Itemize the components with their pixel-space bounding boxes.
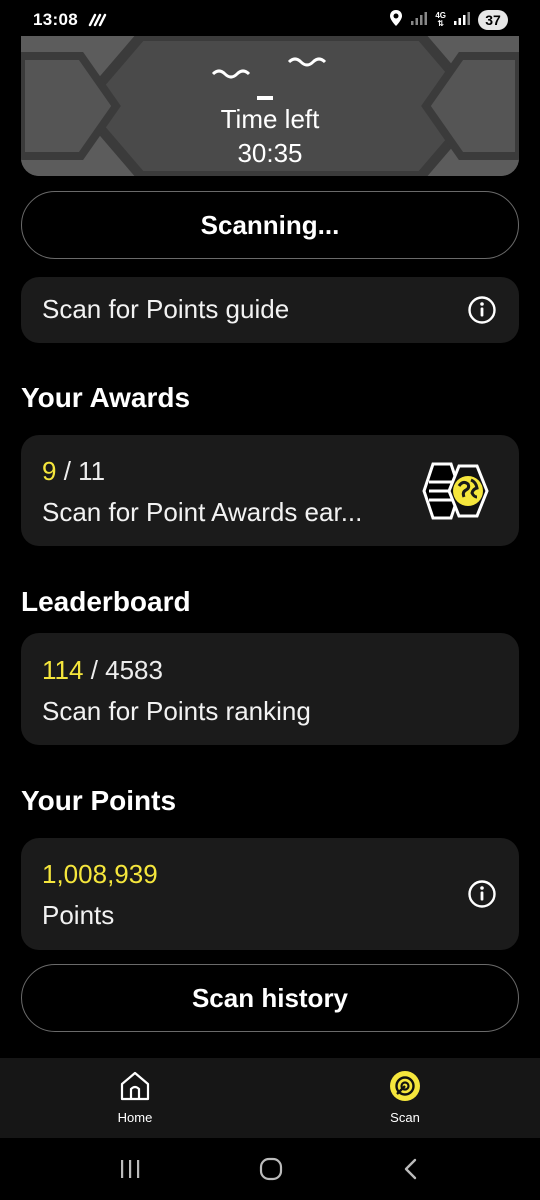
time-left-value: 30:35 xyxy=(237,138,303,168)
nav-item-scan[interactable]: Scan xyxy=(270,1058,540,1138)
leaderboard-section-title: Leaderboard xyxy=(21,586,191,617)
recent-apps-icon[interactable] xyxy=(118,1158,142,1180)
nav-label-home: Home xyxy=(117,1110,153,1125)
leaderboard-position: 114 xyxy=(42,655,84,685)
battery-indicator: 37 xyxy=(478,10,508,30)
scan-guide-label: Scan for Points guide xyxy=(42,294,290,324)
info-icon[interactable] xyxy=(467,295,497,325)
leaderboard-total: / 4583 xyxy=(90,655,163,685)
awards-section-title: Your Awards xyxy=(21,382,191,413)
leaderboard-card[interactable]: 114 / 4583 Scan for Points ranking xyxy=(21,633,519,745)
status-time: 13:08 xyxy=(33,10,78,29)
nav-item-home[interactable]: Home xyxy=(0,1058,270,1138)
awards-description: Scan for Point Awards ear... xyxy=(42,497,363,527)
home-icon xyxy=(120,1071,150,1101)
location-icon xyxy=(389,9,403,32)
scan-icon xyxy=(390,1071,420,1101)
awards-card[interactable]: 9 / 11 Scan for Point Awards ear... xyxy=(21,435,519,546)
scanning-button[interactable]: Scanning... xyxy=(21,191,519,259)
leaderboard-description: Scan for Points ranking xyxy=(42,696,311,726)
timer-banner: Time left 30:35 xyxy=(21,36,519,176)
awards-count: 9 / 11 xyxy=(42,456,105,487)
data-saver-icon xyxy=(87,13,107,27)
signal-icon-2 xyxy=(453,10,471,31)
network-type: 4G ⇅ xyxy=(435,11,446,28)
points-unit: Points xyxy=(42,900,115,930)
award-badges-icon xyxy=(422,462,489,520)
status-bar: 13:08 4G ⇅ 37 xyxy=(0,0,540,40)
status-icons: 4G ⇅ 37 xyxy=(389,9,508,32)
system-navigation-bar xyxy=(0,1138,540,1200)
time-left-label: Time left xyxy=(220,104,320,134)
back-icon[interactable] xyxy=(400,1157,422,1181)
network-label: 4G xyxy=(435,11,446,20)
scan-screen: 13:08 4G ⇅ 37 Time left 30:35 Scanning..… xyxy=(0,0,540,1200)
leaderboard-rank: 114 / 4583 xyxy=(42,655,163,686)
points-value: 1,008,939 xyxy=(42,859,158,889)
points-card[interactable]: 1,008,939 Points xyxy=(21,838,519,950)
nav-label-scan: Scan xyxy=(390,1110,420,1125)
awards-earned: 9 xyxy=(42,456,57,486)
info-icon[interactable] xyxy=(467,879,497,909)
signal-icon xyxy=(410,10,428,31)
points-section-title: Your Points xyxy=(21,785,177,816)
scan-guide-card[interactable]: Scan for Points guide xyxy=(21,277,519,343)
scan-history-button[interactable]: Scan history xyxy=(21,964,519,1032)
bottom-navigation: Home Scan xyxy=(0,1058,540,1138)
awards-total: / 11 xyxy=(63,456,106,486)
home-button-icon[interactable] xyxy=(258,1156,284,1182)
